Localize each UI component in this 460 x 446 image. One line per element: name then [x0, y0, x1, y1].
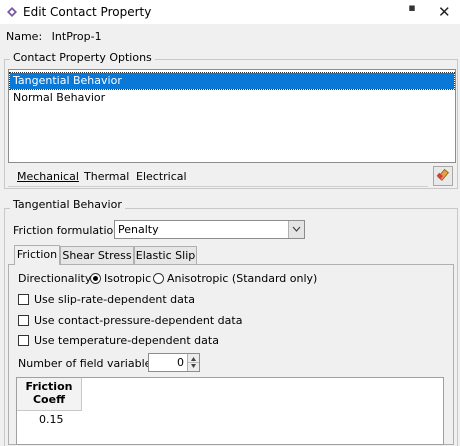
slip-rate-checkbox[interactable] [18, 294, 29, 305]
dropdown-button[interactable] [288, 221, 304, 238]
friction-formulation-select[interactable]: Penalty [114, 220, 305, 239]
tangential-section-title: Tangential Behavior [10, 198, 125, 211]
chevron-down-icon [292, 226, 301, 232]
options-group-label: Contact Property Options [10, 51, 155, 64]
contact-pressure-checkbox[interactable] [18, 315, 29, 326]
eraser-icon [436, 168, 449, 181]
friction-formulation-label: Friction formulation: [13, 224, 124, 237]
menu-thermal-label: Thermal [84, 170, 130, 183]
menu-mechanical[interactable]: Mechanical [17, 170, 79, 183]
option-normal-behavior[interactable]: Normal Behavior [10, 90, 454, 106]
field-variables-label: Number of field variables: [18, 357, 161, 370]
table-header-friction: Friction [25, 380, 73, 393]
active-tab-joiner [15, 264, 59, 266]
spinner-buttons[interactable] [187, 354, 199, 371]
tab-shear-stress[interactable]: Shear Stress [60, 246, 134, 264]
tab-friction[interactable]: Friction [14, 245, 60, 265]
slip-rate-label: Use slip-rate-dependent data [34, 293, 195, 306]
contact-pressure-label: Use contact-pressure-dependent data [34, 314, 243, 327]
tab-elastic-slip[interactable]: Elastic Slip [134, 246, 197, 264]
directionality-label: Directionality: [18, 272, 95, 285]
temperature-checkbox[interactable] [18, 335, 29, 346]
isotropic-radio[interactable] [90, 273, 101, 284]
option-tangential-behavior[interactable]: Tangential Behavior [9, 72, 455, 90]
window-title: Edit Contact Property [23, 5, 152, 19]
table-header-coeff: Coeff [32, 393, 65, 406]
minimize-icon[interactable]: ▪ [404, 0, 420, 16]
menu-electrical-label: Electrical [136, 170, 187, 183]
delete-option-button[interactable] [433, 166, 453, 186]
friction-formulation-value: Penalty [118, 223, 159, 236]
name-value: IntProp-1 [51, 30, 102, 43]
anisotropic-label: Anisotropic (Standard only) [167, 272, 318, 285]
isotropic-label: Isotropic [104, 272, 152, 285]
anisotropic-radio[interactable] [153, 273, 164, 284]
field-variables-value: 0 [177, 356, 184, 369]
friction-table[interactable]: Friction Coeff 0.15 [16, 377, 444, 445]
field-variables-spinner[interactable]: 0 [148, 353, 200, 372]
spinner-arrows-icon [188, 357, 199, 368]
menu-mechanical-label: Mechanical [17, 170, 79, 183]
name-label: Name: [6, 30, 43, 43]
table-cell-friction-coeff[interactable]: 0.15 [39, 413, 64, 426]
menu-thermal[interactable]: Thermal [84, 170, 129, 183]
table-header-cell: Friction Coeff [17, 378, 82, 411]
name-row: Name: IntProp-1 [6, 30, 102, 43]
close-icon[interactable]: ✕ [438, 4, 451, 20]
temperature-label: Use temperature-dependent data [34, 334, 219, 347]
menu-electrical[interactable]: Electrical [136, 170, 187, 183]
menu-divider [8, 186, 428, 187]
app-icon [7, 7, 17, 17]
options-list[interactable]: Tangential Behavior Normal Behavior [8, 69, 456, 163]
